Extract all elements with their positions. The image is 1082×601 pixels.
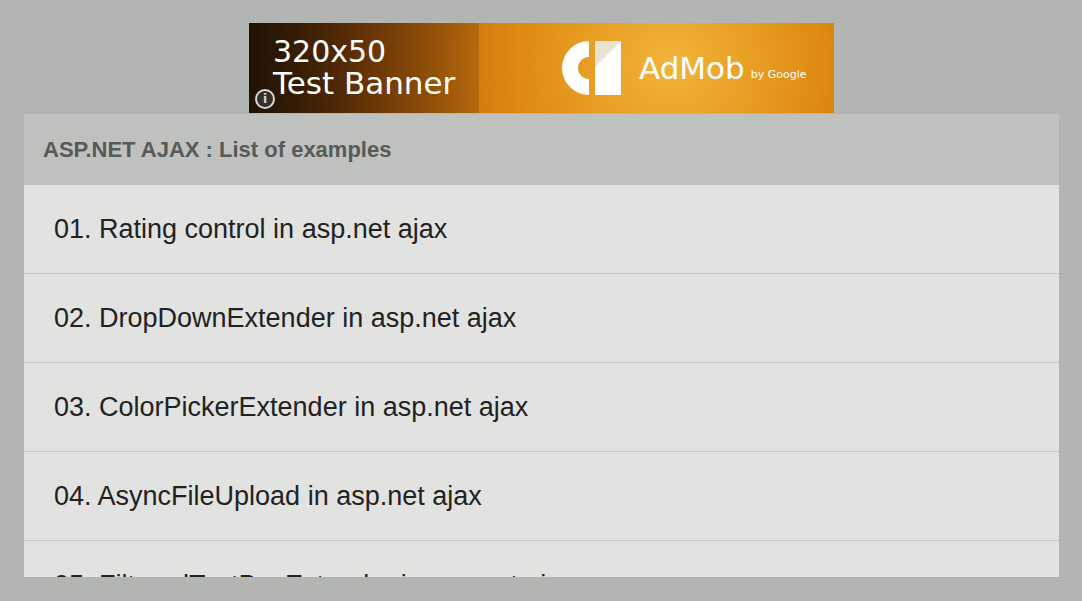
ad-banner[interactable]: 320x50Test Banneri AdMob by Google <box>249 23 834 113</box>
admob-logo: AdMob by Google <box>559 39 807 97</box>
list-item[interactable]: 04. AsyncFileUpload in asp.net ajax <box>24 452 1059 541</box>
ad-label: Test Banner <box>273 67 523 100</box>
list-item[interactable]: 03. ColorPickerExtender in asp.net ajax <box>24 363 1059 452</box>
examples-list: ASP.NET AJAX : List of examples01. Ratin… <box>24 114 1059 577</box>
list-title: ASP.NET AJAX : List of examples <box>24 114 1059 185</box>
ad-info-icon[interactable]: i <box>255 89 275 109</box>
ad-size: 320x50 <box>273 36 523 68</box>
ad-brand: AdMob <box>639 50 745 86</box>
list-item[interactable]: 02. DropDownExtender in asp.net ajax <box>24 274 1059 363</box>
ad-text: 320x50Test Banner <box>249 36 523 100</box>
list-item[interactable]: 01. Rating control in asp.net ajax <box>24 185 1059 274</box>
list-item[interactable]: 05. FilteredTextBoxExtender in asp.net a… <box>24 541 1059 577</box>
ad-byline: by Google <box>751 68 807 81</box>
app-screen: 320x50Test Banneri AdMob by Google ASP.NET … <box>0 0 1082 601</box>
admob-icon <box>559 39 625 97</box>
